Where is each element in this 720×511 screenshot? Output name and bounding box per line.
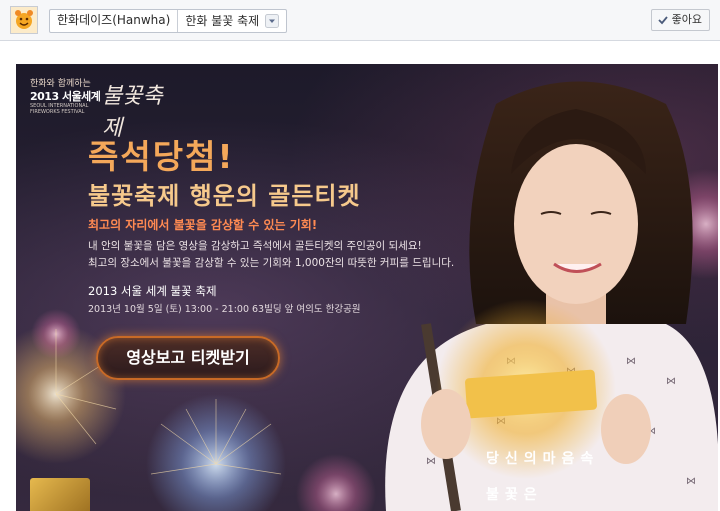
svg-text:⋈: ⋈ bbox=[666, 376, 676, 387]
checkmark-icon bbox=[657, 16, 668, 25]
page-tabs: 한화데이즈(Hanwha) 한화 불꽃 축제 bbox=[49, 9, 288, 33]
caption-line2: 불꽃은 bbox=[486, 487, 543, 503]
festival-logo: 한화와 함께하는 2013 서울세계 불꽃축제 SEOUL INTERNATIO… bbox=[30, 76, 180, 141]
watch-video-get-ticket-button[interactable]: 영상보고 티켓받기 bbox=[96, 336, 280, 380]
logo-small-text: SEOUL INTERNATIONAL FIREWORKS FESTIVAL bbox=[30, 103, 89, 115]
page-name-tab[interactable]: 한화데이즈(Hanwha) bbox=[50, 10, 177, 32]
event-datetime: 2013년 10월 5일 (토) 13:00 - 21:00 63빌딩 앞 여의… bbox=[88, 304, 361, 315]
headline: 즉석당첨! bbox=[88, 137, 235, 176]
tagline: 최고의 자리에서 불꽃을 감상할 수 있는 기회! bbox=[88, 218, 318, 232]
description: 내 안의 불꽃을 담은 영상을 감상하고 즉석에서 골든티켓의 주인공이 되세요… bbox=[88, 238, 454, 272]
promo-banner[interactable]: ⋈⋈ ⋈⋈ ⋈⋈ ⋈⋈ ⋈ 한화와 함께하는 2013 서울세계 불꽃축제 SE… bbox=[16, 64, 718, 511]
app-name-label: 한화 불꽃 축제 bbox=[185, 13, 260, 28]
page-avatar[interactable] bbox=[10, 6, 38, 34]
caption-line1: 당신의마음속 bbox=[486, 451, 600, 467]
like-label: 좋아요 bbox=[671, 13, 702, 26]
chevron-down-icon[interactable] bbox=[265, 14, 280, 28]
golden-ticket-image bbox=[30, 478, 90, 511]
sub-headline: 불꽃축제 행운의 골든티켓 bbox=[88, 182, 361, 210]
event-title: 2013 서울 세계 불꽃 축제 bbox=[88, 284, 217, 298]
smiley-logo-icon bbox=[11, 7, 37, 33]
logo-line2: 2013 서울세계 bbox=[30, 90, 101, 103]
svg-text:⋈: ⋈ bbox=[426, 456, 436, 467]
app-tab[interactable]: 한화 불꽃 축제 bbox=[177, 10, 286, 32]
svg-text:⋈: ⋈ bbox=[686, 476, 696, 487]
page-header: 한화데이즈(Hanwha) 한화 불꽃 축제 좋아요 bbox=[0, 0, 720, 41]
description-line: 내 안의 불꽃을 담은 영상을 감상하고 즉석에서 골든티켓의 주인공이 되세요… bbox=[88, 240, 422, 252]
svg-text:⋈: ⋈ bbox=[626, 356, 636, 367]
description-line: 최고의 장소에서 불꽃을 감상할 수 있는 기회와 1,000잔의 따뜻한 커피… bbox=[88, 257, 455, 269]
model-photo: ⋈⋈ ⋈⋈ ⋈⋈ ⋈⋈ ⋈ bbox=[385, 81, 718, 511]
like-button[interactable]: 좋아요 bbox=[650, 9, 710, 31]
